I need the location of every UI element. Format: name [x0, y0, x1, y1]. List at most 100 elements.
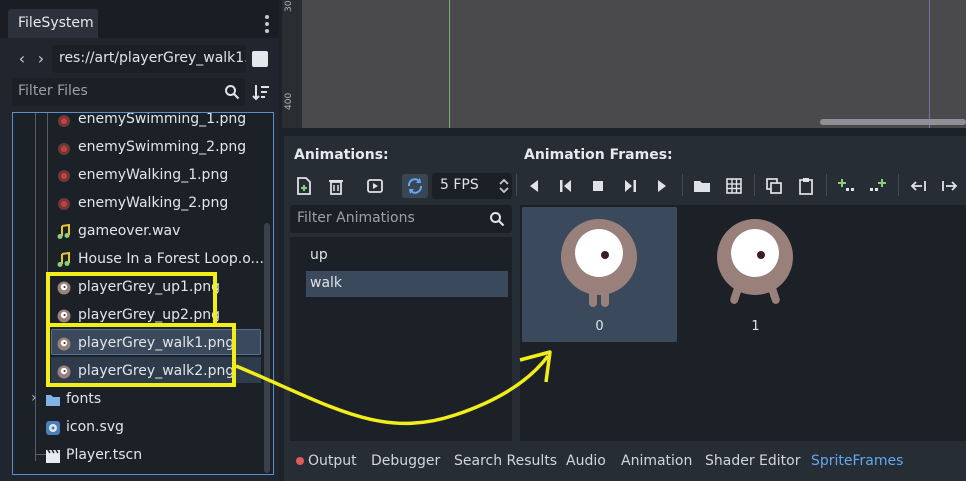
folder-icon: [46, 395, 60, 406]
insert-empty-before-icon[interactable]: [836, 176, 856, 196]
add-animation-icon[interactable]: [294, 176, 314, 196]
back-arrow-icon[interactable]: ‹: [15, 49, 29, 69]
file-row-label: enemyWalking_2.png: [78, 195, 229, 211]
folder-row[interactable]: › fonts: [13, 387, 263, 415]
file-row[interactable]: playerGrey_up2.png: [13, 303, 263, 331]
frame-index-label: 1: [751, 319, 760, 334]
tab-shader-editor[interactable]: Shader Editor: [705, 453, 800, 469]
expand-arrow-icon[interactable]: ›: [31, 390, 37, 406]
filesystem-dock: FileSystem ‹ › res://art/playerGrey_walk…: [0, 0, 279, 481]
viewport-horizontal-scrollbar[interactable]: [820, 119, 966, 125]
svg-file-icon: [46, 421, 60, 435]
tab-animation[interactable]: Animation: [621, 453, 692, 469]
autoplay-icon[interactable]: [366, 176, 386, 196]
play-backwards-from-end-icon[interactable]: [524, 176, 544, 196]
sprite-sheet-grid-icon[interactable]: [724, 176, 744, 196]
player-walk-frame-sprite: [717, 219, 793, 304]
file-row-label: gameover.wav: [78, 223, 181, 239]
move-frame-left-icon[interactable]: [908, 176, 928, 196]
file-row[interactable]: playerGrey_walk2.png: [13, 359, 263, 387]
file-row-label: playerGrey_walk1.png: [78, 335, 235, 351]
viewport-bounds-guide: [929, 0, 930, 128]
loop-icon: [407, 178, 423, 194]
move-frame-right-icon[interactable]: [940, 176, 960, 196]
file-row[interactable]: playerGrey_up1.png: [13, 275, 263, 303]
animation-item-up[interactable]: up: [306, 243, 508, 269]
filesystem-tab[interactable]: FileSystem: [8, 9, 98, 38]
split-view-toggle-icon[interactable]: [252, 51, 268, 67]
animation-frames-list: 0 1: [520, 205, 966, 441]
load-folder-icon[interactable]: [692, 176, 712, 196]
tab-search-results[interactable]: Search Results: [454, 453, 557, 469]
play-icon[interactable]: [652, 176, 672, 196]
tree-scrollbar[interactable]: [264, 223, 270, 473]
forward-arrow-icon[interactable]: ›: [34, 49, 48, 69]
ruler-label: 300: [284, 0, 294, 12]
filter-files-input[interactable]: Filter Files: [12, 78, 245, 106]
copy-icon[interactable]: [764, 176, 784, 196]
enemy-image-icon: [58, 115, 70, 127]
output-error-indicator-icon: [296, 457, 304, 465]
enemy-image-icon: [58, 170, 70, 182]
file-row[interactable]: playerGrey_walk1.png: [13, 331, 263, 359]
filter-files-row: Filter Files: [12, 78, 274, 106]
file-tree[interactable]: enemySwimming_1.png enemySwimming_2.png …: [12, 112, 274, 475]
delete-animation-icon[interactable]: [326, 176, 346, 196]
animations-heading: Animations:: [294, 147, 389, 163]
ruler-label: 400: [284, 92, 294, 110]
file-row[interactable]: Player.tscn: [13, 443, 263, 471]
frame-item[interactable]: 1: [678, 207, 833, 342]
path-row: ‹ › res://art/playerGrey_walk1.: [8, 43, 274, 75]
player-image-icon: [57, 337, 71, 351]
frame-item[interactable]: 0: [522, 207, 677, 342]
search-icon: [490, 212, 505, 227]
file-row-label: fonts: [66, 391, 102, 407]
bottom-panel-tabs: Output Debugger Search Results Audio Ani…: [290, 447, 966, 475]
canvas-viewport[interactable]: [282, 0, 966, 128]
file-row[interactable]: icon.svg: [13, 415, 263, 443]
tab-output[interactable]: Output: [308, 453, 357, 469]
loop-toggle-button[interactable]: [402, 174, 428, 198]
animation-item-walk[interactable]: walk: [306, 271, 508, 297]
frame-index-label: 0: [595, 319, 604, 334]
player-image-icon: [57, 365, 71, 379]
player-walk-frame-sprite: [561, 219, 637, 307]
toolbar-separator: [826, 174, 827, 196]
toolbar-separator: [898, 174, 899, 196]
search-icon: [225, 85, 240, 100]
file-row-label: Player.tscn: [66, 447, 143, 463]
file-row-label: enemyWalking_1.png: [78, 167, 229, 183]
sort-icon[interactable]: [252, 83, 270, 101]
tab-spriteframes[interactable]: SpriteFrames: [811, 453, 903, 469]
paste-icon[interactable]: [796, 176, 816, 196]
file-row-label: playerGrey_walk2.png: [78, 363, 235, 379]
play-from-start-icon[interactable]: [620, 176, 640, 196]
file-row-label: playerGrey_up1.png: [78, 279, 220, 295]
file-row[interactable]: gameover.wav: [13, 219, 263, 247]
file-row[interactable]: enemyWalking_1.png: [13, 163, 263, 191]
play-backwards-icon[interactable]: [556, 176, 576, 196]
file-row-label: icon.svg: [66, 419, 124, 435]
spin-arrows-icon[interactable]: [498, 177, 510, 195]
toolbar-separator: [682, 174, 683, 196]
file-row[interactable]: enemySwimming_2.png: [13, 135, 263, 163]
filter-animations-input[interactable]: Filter Animations: [290, 205, 512, 233]
path-input[interactable]: res://art/playerGrey_walk1.: [52, 45, 246, 73]
animation-list: up walk: [290, 237, 512, 441]
audio-file-icon: [57, 252, 70, 267]
insert-empty-after-icon[interactable]: [868, 176, 888, 196]
file-row[interactable]: enemyWalking_2.png: [13, 191, 263, 219]
filesystem-tabbar: FileSystem: [0, 0, 279, 38]
file-row[interactable]: enemySwimming_1.png: [13, 113, 263, 135]
tab-audio[interactable]: Audio: [566, 453, 606, 469]
player-image-icon: [57, 281, 71, 295]
viewport-axis-guide: [449, 0, 450, 128]
stop-icon[interactable]: [588, 176, 608, 196]
tab-debugger[interactable]: Debugger: [371, 453, 440, 469]
scene-file-icon: [46, 449, 60, 463]
file-row[interactable]: House In a Forest Loop.o...: [13, 247, 264, 275]
toolbar-separator: [516, 174, 517, 196]
enemy-image-icon: [58, 198, 70, 210]
dock-menu-icon[interactable]: [265, 15, 271, 35]
audio-file-icon: [57, 224, 70, 239]
